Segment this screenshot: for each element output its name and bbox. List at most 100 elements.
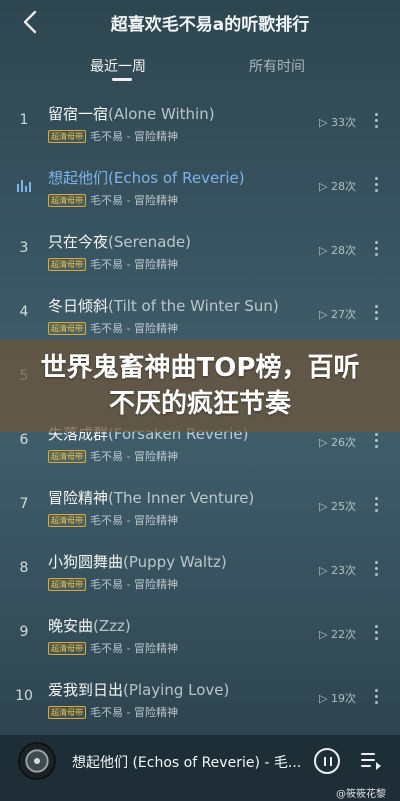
now-playing-bars-icon [17,180,31,192]
artist-album: 毛不易 - 冒险精神 [90,578,178,591]
artist-album: 毛不易 - 冒险精神 [90,706,178,719]
rank-number: 9 [19,624,29,640]
artist-album: 毛不易 - 冒险精神 [90,322,178,335]
artist-album: 毛不易 - 冒险精神 [90,194,178,207]
song-meta: 超清母带 毛不易 - 冒险精神 [48,321,178,335]
artist-album: 毛不易 - 冒险精神 [90,642,178,655]
artist-album: 毛不易 - 冒险精神 [90,450,178,463]
song-title: 晚安曲(Zzz) [48,615,131,636]
artist-album: 毛不易 - 冒险精神 [90,130,178,143]
more-vertical-icon[interactable] [370,238,382,260]
play-count: ▷ 27次 [319,308,356,321]
song-name: 想起他们 [48,169,109,187]
quality-badge: 超清母带 [48,193,86,207]
quality-badge: 超清母带 [48,129,86,143]
song-subtitle: (Playing Love) [123,681,230,699]
page-title: 超喜欢毛不易a的听歌排行 [110,15,310,35]
back-button[interactable] [18,8,46,36]
play-count: ▷ 28次 [319,180,356,193]
more-vertical-icon[interactable] [370,110,382,132]
quality-badge: 超清母带 [48,705,86,719]
artist-album: 毛不易 - 冒险精神 [90,258,178,271]
song-title: 留宿一宿(Alone Within) [48,103,215,124]
album-art-disc[interactable] [18,742,56,780]
playlist-icon[interactable] [360,750,382,772]
song-name: 爱我到日出 [48,681,124,699]
rank-number: 3 [19,240,29,256]
watermark: @筱筱花黎 [336,789,386,800]
song-title: 小狗圆舞曲(Puppy Waltz) [48,551,227,572]
song-name: 小狗圆舞曲 [48,553,124,571]
mini-player[interactable]: 想起他们 (Echos of Reverie) - 毛... @筱筱花黎 [0,735,400,801]
tab-bar: 最近一周 所有时间 [0,48,400,84]
play-count: ▷ 28次 [319,244,356,257]
song-title: 想起他们(Echos of Reverie) [48,167,245,188]
song-meta: 超清母带 毛不易 - 冒险精神 [48,705,178,719]
now-playing-title[interactable]: 想起他们 (Echos of Reverie) - 毛... [72,752,304,772]
song-meta: 超清母带 毛不易 - 冒险精神 [48,193,178,207]
song-meta: 超清母带 毛不易 - 冒险精神 [48,257,178,271]
more-vertical-icon[interactable] [370,174,382,196]
active-tab-indicator [112,78,132,81]
quality-badge: 超清母带 [48,449,86,463]
song-meta: 超清母带 毛不易 - 冒险精神 [48,129,178,143]
caption-overlay: 世界鬼畜神曲TOP榜，百听不厌的疯狂节奏 [0,340,400,432]
song-row[interactable]: 10 爱我到日出(Playing Love) 超清母带 毛不易 - 冒险精神 ▷… [0,666,400,730]
song-subtitle: (Serenade) [108,233,191,251]
song-subtitle: (Tilt of the Winter Sun) [108,297,279,315]
song-meta: 超清母带 毛不易 - 冒险精神 [48,641,178,655]
play-count: ▷ 33次 [319,116,356,129]
play-count: ▷ 25次 [319,500,356,513]
song-name: 留宿一宿 [48,105,109,123]
tab-all-time[interactable]: 所有时间 [249,56,305,76]
song-title: 爱我到日出(Playing Love) [48,679,229,700]
song-title: 冬日倾斜(Tilt of the Winter Sun) [48,295,279,316]
header: 超喜欢毛不易a的听歌排行 [0,0,400,44]
more-vertical-icon[interactable] [370,558,382,580]
song-title: 只在今夜(Serenade) [48,231,191,252]
song-title: 冒险精神(The Inner Venture) [48,487,254,508]
song-row-playing[interactable]: 想起他们(Echos of Reverie) 超清母带 毛不易 - 冒险精神 ▷… [0,154,400,218]
rank-number: 4 [19,304,29,320]
more-vertical-icon[interactable] [370,430,382,452]
quality-badge: 超清母带 [48,321,86,335]
tab-recent-week[interactable]: 最近一周 [90,56,146,76]
song-row[interactable]: 7 冒险精神(The Inner Venture) 超清母带 毛不易 - 冒险精… [0,474,400,538]
song-row[interactable]: 9 晚安曲(Zzz) 超清母带 毛不易 - 冒险精神 ▷ 22次 [0,602,400,666]
song-name: 晚安曲 [48,617,94,635]
song-row[interactable]: 1 留宿一宿(Alone Within) 超清母带 毛不易 - 冒险精神 ▷ 3… [0,90,400,154]
rank-number: 6 [19,432,29,448]
song-meta: 超清母带 毛不易 - 冒险精神 [48,449,178,463]
rank-number: 1 [19,112,29,128]
back-arrow-icon [23,10,37,34]
song-meta: 超清母带 毛不易 - 冒险精神 [48,513,178,527]
rank-number: 8 [19,560,29,576]
quality-badge: 超清母带 [48,577,86,591]
song-subtitle: (Puppy Waltz) [123,553,227,571]
more-vertical-icon[interactable] [370,302,382,324]
play-count: ▷ 23次 [319,564,356,577]
quality-badge: 超清母带 [48,513,86,527]
song-name: 只在今夜 [48,233,109,251]
play-count: ▷ 22次 [319,628,356,641]
quality-badge: 超清母带 [48,257,86,271]
rank-number: 7 [19,496,29,512]
play-count: ▷ 19次 [319,692,356,705]
song-name: 冬日倾斜 [48,297,109,315]
caption-text: 世界鬼畜神曲TOP榜，百听不厌的疯狂节奏 [40,353,360,419]
more-vertical-icon[interactable] [370,686,382,708]
more-vertical-icon[interactable] [370,494,382,516]
more-vertical-icon[interactable] [370,622,382,644]
artist-album: 毛不易 - 冒险精神 [90,514,178,527]
song-row[interactable]: 4 冬日倾斜(Tilt of the Winter Sun) 超清母带 毛不易 … [0,282,400,346]
song-meta: 超清母带 毛不易 - 冒险精神 [48,577,178,591]
rank-number: 10 [15,688,33,704]
song-row[interactable]: 8 小狗圆舞曲(Puppy Waltz) 超清母带 毛不易 - 冒险精神 ▷ 2… [0,538,400,602]
quality-badge: 超清母带 [48,641,86,655]
song-row[interactable]: 3 只在今夜(Serenade) 超清母带 毛不易 - 冒险精神 ▷ 28次 [0,218,400,282]
song-subtitle: (The Inner Venture) [108,489,255,507]
song-subtitle: (Zzz) [93,617,131,635]
song-subtitle: (Echos of Reverie) [108,169,245,187]
song-name: 冒险精神 [48,489,109,507]
pause-icon[interactable] [314,748,340,774]
